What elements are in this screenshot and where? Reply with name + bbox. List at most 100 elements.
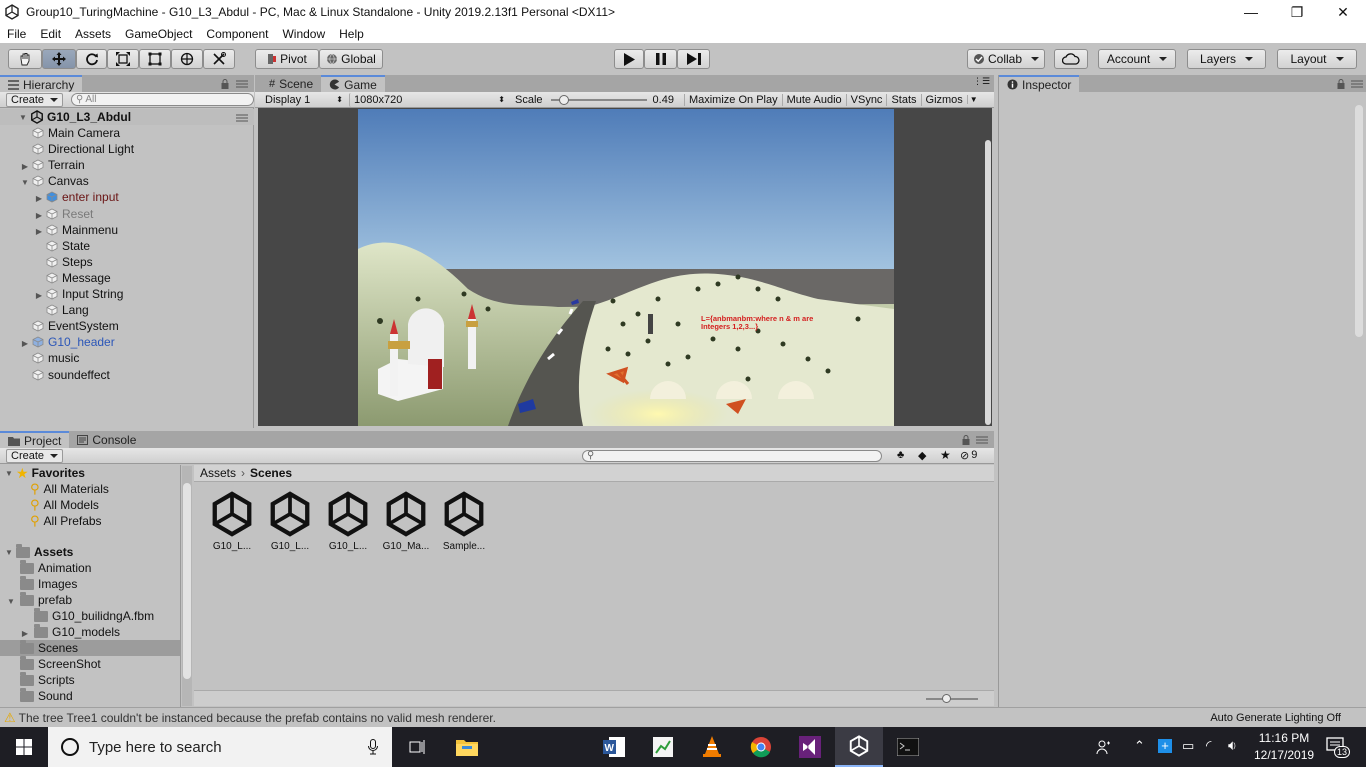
cmd-button[interactable]	[884, 727, 932, 767]
asset-folder-item[interactable]: ▼ prefab	[0, 591, 180, 608]
asset-folder-item[interactable]: Scenes	[0, 639, 180, 656]
hierarchy-item[interactable]: soundeffect	[0, 367, 110, 383]
menu-window[interactable]: Window	[275, 27, 332, 41]
task-view-button[interactable]	[394, 727, 442, 767]
hierarchy-item[interactable]: ▶ G10_header	[0, 334, 115, 350]
rect-tool-button[interactable]	[139, 49, 171, 69]
menu-file[interactable]: File	[0, 27, 33, 41]
folder-expand-arrow-icon[interactable]: ▶	[0, 625, 32, 639]
scene-asset[interactable]: G10_L...	[262, 491, 318, 555]
project-lock-icon[interactable]	[962, 435, 970, 445]
tray-chevron-icon[interactable]: ⌃	[1134, 738, 1145, 754]
pause-button[interactable]	[644, 49, 677, 69]
game-panel-options-icon[interactable]: ⋮☰	[973, 76, 990, 87]
expand-arrow-icon[interactable]: ▶	[0, 190, 46, 204]
unity-taskbar-button[interactable]	[835, 727, 883, 767]
vsync-toggle[interactable]: VSync	[845, 93, 887, 106]
folder-expand-arrow-icon[interactable]	[0, 577, 18, 591]
expand-arrow-icon[interactable]	[0, 351, 32, 365]
project-app-button[interactable]	[639, 727, 687, 767]
panel-menu-icon[interactable]	[236, 80, 248, 88]
favorites-item[interactable]: ⚲ All Prefabs	[30, 513, 102, 529]
expand-arrow-icon[interactable]: ▶	[0, 335, 32, 349]
lock-icon[interactable]	[221, 79, 229, 89]
icon-size-slider[interactable]	[926, 698, 978, 700]
hierarchy-item[interactable]: ▶ enter input	[0, 189, 119, 205]
display-dropdown[interactable]: Display 1 ⬍	[261, 93, 347, 107]
project-create-dropdown[interactable]: Create	[6, 448, 64, 463]
folder-expand-arrow-icon[interactable]	[0, 689, 18, 703]
resolution-dropdown[interactable]: 1080x720 ⬍	[349, 92, 509, 107]
expand-arrow-icon[interactable]: ▶	[0, 207, 46, 221]
game-viewport[interactable]: L={anbmanbm:where n & m are Integers 1,2…	[258, 108, 992, 426]
inspector-lock-icon[interactable]	[1337, 79, 1345, 89]
battery-icon[interactable]: ▭	[1182, 738, 1194, 754]
wifi-icon[interactable]: ◜	[1206, 737, 1211, 754]
expand-arrow-icon[interactable]: ▶	[0, 223, 46, 237]
hierarchy-item[interactable]: ▶ Reset	[0, 206, 93, 222]
menu-help[interactable]: Help	[332, 27, 371, 41]
hierarchy-item[interactable]: Message	[0, 270, 111, 286]
visual-studio-button[interactable]	[786, 727, 834, 767]
icon-size-slider-handle[interactable]	[942, 694, 951, 703]
layers-dropdown[interactable]: Layers	[1187, 49, 1266, 69]
pivot-toggle[interactable]: Pivot	[255, 49, 319, 69]
expand-arrow-icon[interactable]: ▶	[0, 158, 32, 172]
favorites-item[interactable]: ⚲ All Models	[30, 497, 99, 513]
people-icon[interactable]	[1096, 727, 1116, 767]
breadcrumb-assets[interactable]: Assets	[200, 466, 236, 480]
start-button[interactable]	[0, 727, 48, 767]
layout-dropdown[interactable]: Layout	[1277, 49, 1357, 69]
scene-menu-icon[interactable]	[236, 114, 248, 122]
expand-arrow-icon[interactable]: ▼	[0, 174, 32, 188]
assets-header[interactable]: ▼ Assets	[0, 543, 73, 560]
favorites-header[interactable]: ▼ ★ Favorites	[0, 465, 85, 481]
asset-folder-item[interactable]: Images	[0, 575, 180, 592]
clock[interactable]: 11:16 PM 12/17/2019	[1254, 730, 1314, 764]
collab-dropdown[interactable]: Collab	[967, 49, 1045, 69]
hierarchy-item[interactable]: music	[0, 350, 79, 366]
tab-game[interactable]: Game	[321, 75, 385, 92]
hierarchy-search-input[interactable]: ⚲ All	[71, 93, 254, 106]
project-search-input[interactable]: ⚲	[582, 450, 882, 462]
scene-header[interactable]: ▼ G10_L3_Abdul	[0, 109, 254, 125]
volume-icon[interactable]: 🔉︎	[1228, 737, 1237, 754]
hand-tool-button[interactable]	[8, 49, 42, 69]
expand-arrow-icon[interactable]	[0, 271, 46, 285]
scene-asset[interactable]: G10_L...	[204, 491, 260, 555]
menu-component[interactable]: Component	[199, 27, 275, 41]
gizmos-arrow-icon[interactable]: ▼	[966, 95, 978, 104]
expand-arrow-icon[interactable]	[0, 303, 46, 317]
menu-gameobject[interactable]: GameObject	[118, 27, 199, 41]
hierarchy-item[interactable]: ▶ Terrain	[0, 157, 85, 173]
scale-slider-handle[interactable]	[559, 94, 570, 105]
close-button[interactable]: ✕	[1320, 0, 1366, 24]
vlc-button[interactable]	[688, 727, 736, 767]
notification-center-button[interactable]: 13	[1326, 737, 1351, 759]
maximize-button[interactable]: ❐	[1274, 0, 1320, 24]
tab-project[interactable]: Project	[0, 431, 70, 448]
favorites-item[interactable]: ⚲ All Materials	[30, 481, 109, 497]
menu-assets[interactable]: Assets	[68, 27, 118, 41]
tray-app-plus-icon[interactable]: +	[1158, 739, 1172, 753]
asset-folder-item[interactable]: Scripts	[0, 671, 180, 688]
asset-folder-item[interactable]: ▶ G10_models	[0, 623, 180, 640]
stats-toggle[interactable]: Stats	[886, 93, 920, 106]
taskbar-search-input[interactable]: Type here to search	[48, 727, 392, 767]
tab-hierarchy[interactable]: Hierarchy	[0, 75, 83, 92]
expand-arrow-icon[interactable]	[0, 239, 46, 253]
hierarchy-item[interactable]: ▶ Input String	[0, 286, 123, 302]
microphone-icon[interactable]	[368, 739, 378, 755]
tab-inspector[interactable]: Inspector	[999, 75, 1080, 92]
asset-folder-item[interactable]: Sound	[0, 687, 180, 704]
hierarchy-item[interactable]: Lang	[0, 302, 89, 318]
expand-arrow-icon[interactable]	[0, 368, 32, 382]
tab-console[interactable]: Console	[69, 431, 144, 448]
hierarchy-item[interactable]: ▶ Mainmenu	[0, 222, 118, 238]
folder-expand-arrow-icon[interactable]	[0, 641, 18, 655]
cloud-button[interactable]	[1054, 49, 1088, 69]
move-tool-button[interactable]	[42, 49, 76, 69]
folder-expand-arrow-icon[interactable]	[0, 673, 18, 687]
scene-asset[interactable]: G10_Ma...	[378, 491, 434, 555]
breadcrumb-scenes[interactable]: Scenes	[250, 466, 292, 480]
